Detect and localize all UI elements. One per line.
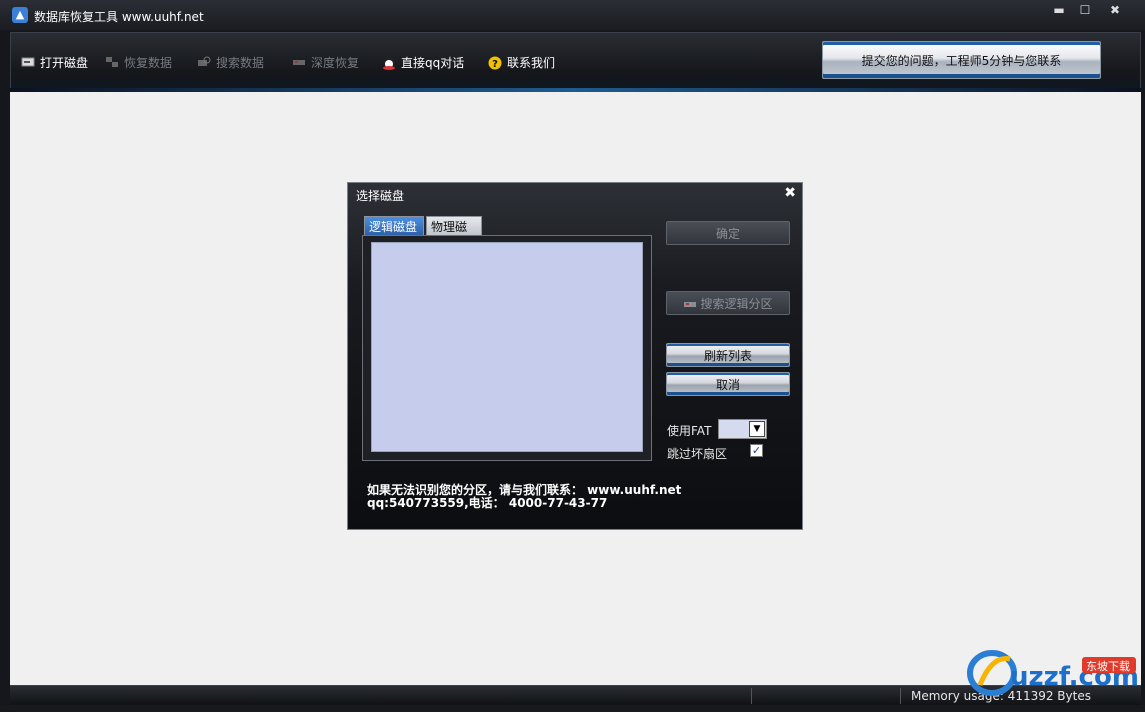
- tab-logical-disk[interactable]: 逻辑磁盘: [364, 216, 424, 236]
- title-bar: ▲ 数据库恢复工具 www.uuhf.net ▬ ☐ ✖: [0, 0, 1145, 30]
- close-button[interactable]: ✖: [1100, 2, 1130, 18]
- select-disk-dialog: 选择磁盘 ✖ 逻辑磁盘 物理磁盘 确定 搜索逻辑分区 刷新列表 取消 使用FAT…: [347, 182, 803, 530]
- disk-list-frame: [362, 235, 652, 461]
- search-data-button[interactable]: 搜索数据: [197, 53, 264, 71]
- status-divider: [900, 688, 901, 704]
- open-disk-label: 打开磁盘: [40, 55, 89, 70]
- restore-data-button[interactable]: 恢复数据: [105, 53, 172, 71]
- skip-bad-sector-checkbox[interactable]: ✓: [750, 444, 763, 457]
- use-fat-label: 使用FAT: [667, 424, 712, 438]
- search-partition-label: 搜索逻辑分区: [700, 296, 773, 311]
- partition-icon: [683, 298, 697, 308]
- maximize-button[interactable]: ☐: [1072, 2, 1098, 18]
- submit-question-button[interactable]: 提交您的问题，工程师5分钟与您联系: [822, 41, 1101, 79]
- qq-icon: [382, 56, 396, 70]
- disk-icon: [21, 56, 35, 68]
- notice-line-2: qq:540773559,电话： 4000-77-43-77: [367, 496, 608, 510]
- watermark-badge: 东坡下载: [1086, 660, 1130, 673]
- cancel-button[interactable]: 取消: [666, 372, 790, 396]
- restore-data-label: 恢复数据: [124, 55, 173, 70]
- toolbar: 打开磁盘 恢复数据 搜索数据 深度恢复 直接qq对话 ? 联系我们 提交您的问题…: [10, 32, 1141, 90]
- app-window: ▲ 数据库恢复工具 www.uuhf.net ▬ ☐ ✖ 打开磁盘 恢复数据 搜…: [0, 0, 1145, 712]
- tab-physical-disk[interactable]: 物理磁盘: [426, 216, 482, 254]
- window-bottom-edge: [0, 705, 1145, 712]
- qq-chat-button[interactable]: 直接qq对话: [382, 53, 464, 71]
- restore-icon: [105, 56, 119, 68]
- window-title: 数据库恢复工具 www.uuhf.net: [34, 10, 204, 24]
- dialog-close-icon[interactable]: ✖: [784, 185, 796, 201]
- app-logo-icon: ▲: [12, 7, 28, 23]
- disk-list[interactable]: [371, 242, 643, 452]
- contact-us-button[interactable]: ? 联系我们: [488, 53, 555, 71]
- search-partition-button[interactable]: 搜索逻辑分区: [666, 291, 790, 315]
- deep-restore-button[interactable]: 深度恢复: [292, 53, 359, 71]
- contact-us-label: 联系我们: [507, 55, 556, 70]
- status-divider: [751, 688, 752, 704]
- refresh-list-button[interactable]: 刷新列表: [666, 343, 790, 367]
- ok-button[interactable]: 确定: [666, 221, 790, 245]
- dialog-title: 选择磁盘: [356, 189, 405, 203]
- chevron-down-icon[interactable]: ▼: [749, 421, 765, 437]
- search-data-icon: [197, 56, 211, 68]
- search-data-label: 搜索数据: [216, 55, 265, 70]
- svg-text:?: ?: [492, 59, 498, 70]
- minimize-button[interactable]: ▬: [1046, 2, 1072, 18]
- qq-chat-label: 直接qq对话: [401, 55, 465, 70]
- help-icon: ?: [488, 56, 502, 70]
- deep-restore-label: 深度恢复: [311, 55, 360, 70]
- skip-bad-sector-label: 跳过坏扇区: [667, 447, 728, 461]
- deep-restore-icon: [292, 56, 306, 68]
- fat-select[interactable]: ▼: [718, 419, 767, 439]
- open-disk-button[interactable]: 打开磁盘: [21, 53, 88, 71]
- watermark-logo: uzzf.com 东坡下载: [962, 645, 1142, 697]
